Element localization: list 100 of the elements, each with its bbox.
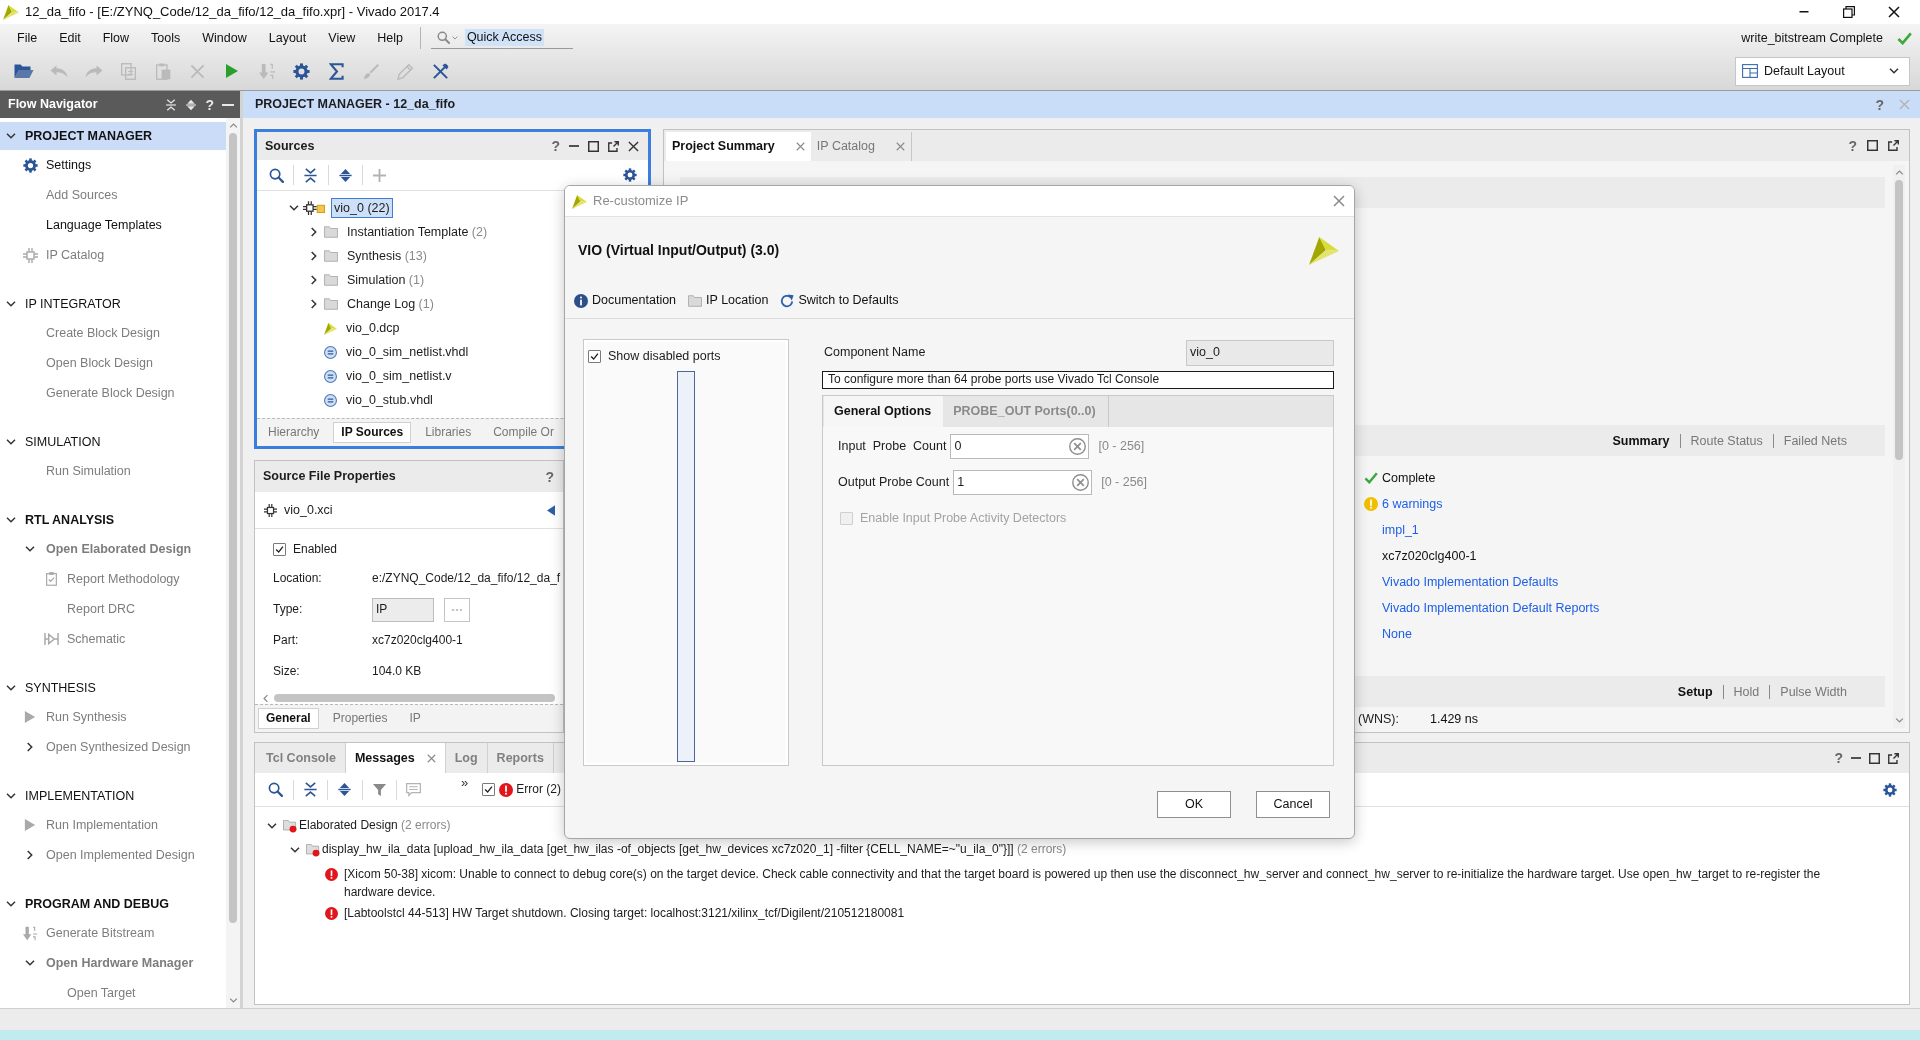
tree-item[interactable]: vio_0_sim_netlist.v xyxy=(343,365,455,387)
nav-item[interactable]: Language Templates xyxy=(0,210,226,240)
link-button[interactable]: Documentation xyxy=(574,292,677,309)
chevron-down-icon[interactable] xyxy=(6,301,16,307)
section-header[interactable]: SIMULATION xyxy=(0,428,226,456)
tab[interactable]: Setup xyxy=(1667,684,1723,699)
menu-item[interactable]: Tools xyxy=(140,27,192,49)
scroll-up-icon[interactable] xyxy=(228,123,238,128)
clear-icon[interactable] xyxy=(1072,474,1090,491)
chevron-down-icon[interactable] xyxy=(6,439,16,445)
menu-item[interactable]: Help xyxy=(366,27,414,49)
dialog-button[interactable]: Cancel xyxy=(1256,791,1330,818)
settings-icon[interactable] xyxy=(293,62,311,80)
link-button[interactable]: Switch to Defaults xyxy=(780,292,899,309)
dialog-button[interactable]: OK xyxy=(1157,791,1231,818)
section-header[interactable]: IP INTEGRATOR xyxy=(0,290,226,318)
tab[interactable]: Pulse Width xyxy=(1769,684,1857,699)
restore-icon[interactable] xyxy=(1843,6,1855,18)
tab[interactable]: IP Sources xyxy=(333,421,412,444)
maximize-icon[interactable] xyxy=(588,140,599,152)
chevron-right-icon[interactable] xyxy=(311,275,317,285)
open-folder-icon[interactable] xyxy=(14,63,35,79)
section-header[interactable]: PROJECT MANAGER xyxy=(0,122,226,150)
section-header[interactable]: SYNTHESIS xyxy=(0,674,226,702)
help-button[interactable]: ? xyxy=(551,139,560,153)
scroll-down-icon[interactable] xyxy=(228,998,238,1003)
chevron-down-icon[interactable] xyxy=(267,823,277,829)
input-field[interactable]: IP xyxy=(372,597,434,622)
tab[interactable]: IP xyxy=(401,707,429,730)
settings-icon[interactable] xyxy=(1883,782,1897,797)
tab[interactable]: General Options xyxy=(824,396,944,427)
tree-item[interactable]: Synthesis (13) xyxy=(344,245,430,267)
search-icon[interactable] xyxy=(268,167,284,183)
tab[interactable]: Failed Nets xyxy=(1772,433,1857,448)
scroll-left-icon[interactable] xyxy=(263,693,268,703)
chevron-right-icon[interactable] xyxy=(311,227,317,237)
chevron-down-icon[interactable] xyxy=(6,793,16,799)
close-icon[interactable] xyxy=(1888,6,1900,18)
chevron-down-icon[interactable] xyxy=(6,133,16,139)
tree-item[interactable]: vio_0.dcp xyxy=(343,317,403,339)
back-arrow-icon[interactable] xyxy=(547,504,555,516)
tab[interactable]: Messages xyxy=(345,743,446,773)
input-field[interactable]: vio_0 xyxy=(1186,339,1334,366)
tree-item[interactable]: vio_0_sim_netlist.vhdl xyxy=(343,341,472,363)
scrollbar-thumb[interactable] xyxy=(274,694,555,702)
menu-item[interactable]: Layout xyxy=(257,27,318,49)
tree-item[interactable]: vio_0_stub.vhdl xyxy=(343,389,436,411)
layout-select[interactable]: Default Layout xyxy=(1735,56,1910,86)
help-button[interactable]: ? xyxy=(205,97,214,112)
scrollbar-thumb[interactable] xyxy=(1895,180,1903,460)
expand-all-icon[interactable] xyxy=(337,167,353,183)
chevron-down-icon[interactable] xyxy=(289,205,299,211)
close-icon[interactable] xyxy=(628,140,639,152)
chevron-right-icon[interactable] xyxy=(311,299,317,309)
message-group[interactable]: Elaborated Design (2 errors) xyxy=(299,818,451,834)
section-header[interactable]: RTL ANALYSIS xyxy=(0,506,226,534)
float-icon[interactable] xyxy=(1888,752,1899,764)
expand-all-icon[interactable] xyxy=(337,782,352,797)
help-button[interactable]: ? xyxy=(1834,751,1843,765)
horizontal-scrollbar[interactable] xyxy=(263,692,555,704)
link[interactable]: None xyxy=(1382,625,1412,643)
tab[interactable]: Route Status xyxy=(1679,433,1773,448)
tab[interactable]: Compile Or xyxy=(485,421,562,444)
tab[interactable]: Project Summary xyxy=(666,132,811,161)
link[interactable]: Vivado Implementation Default Reports xyxy=(1382,599,1600,617)
menu-item[interactable]: Window xyxy=(191,27,258,49)
float-icon[interactable] xyxy=(1888,140,1899,151)
filter-icon[interactable] xyxy=(371,782,387,797)
link[interactable]: impl_1 xyxy=(1382,521,1419,539)
expand-all-icon[interactable] xyxy=(185,98,198,111)
enabled-checkbox[interactable] xyxy=(273,543,286,556)
link[interactable]: Vivado Implementation Defaults xyxy=(1382,573,1559,591)
crossed-tools-icon[interactable] xyxy=(432,62,450,80)
sigma-icon[interactable] xyxy=(329,62,345,80)
input-field[interactable]: 0 xyxy=(950,434,1090,459)
show-ports-checkbox[interactable] xyxy=(588,349,601,363)
settings-icon[interactable] xyxy=(623,168,637,182)
nav-item[interactable]: Settings xyxy=(0,150,226,180)
minimize-icon[interactable] xyxy=(1798,11,1810,13)
run-icon[interactable] xyxy=(225,63,240,79)
tab[interactable]: Hold xyxy=(1722,684,1770,699)
input-field[interactable]: 1 xyxy=(953,470,1093,495)
chevron-down-icon[interactable] xyxy=(290,847,300,853)
link[interactable]: 6 warnings xyxy=(1382,495,1443,513)
tab[interactable]: Properties xyxy=(324,707,396,730)
error-filter-checkbox[interactable] xyxy=(482,783,496,796)
menu-item[interactable]: File xyxy=(6,27,49,49)
tree-item[interactable]: Simulation (1) xyxy=(344,269,428,291)
tab[interactable]: Libraries xyxy=(417,421,480,444)
tab[interactable]: General xyxy=(258,707,319,730)
chevron-down-icon[interactable] xyxy=(6,517,16,523)
menu-item[interactable]: Flow xyxy=(91,27,141,49)
chevron-down-icon[interactable] xyxy=(6,685,16,691)
collapse-all-icon[interactable] xyxy=(302,782,318,797)
clear-icon[interactable] xyxy=(1069,438,1087,455)
tab[interactable]: Hierarchy xyxy=(260,421,328,444)
collapse-all-icon[interactable] xyxy=(303,167,318,183)
overflow-button[interactable]: » xyxy=(461,776,469,789)
chevron-right-icon[interactable] xyxy=(311,251,317,261)
help-button[interactable]: ? xyxy=(1848,138,1857,153)
